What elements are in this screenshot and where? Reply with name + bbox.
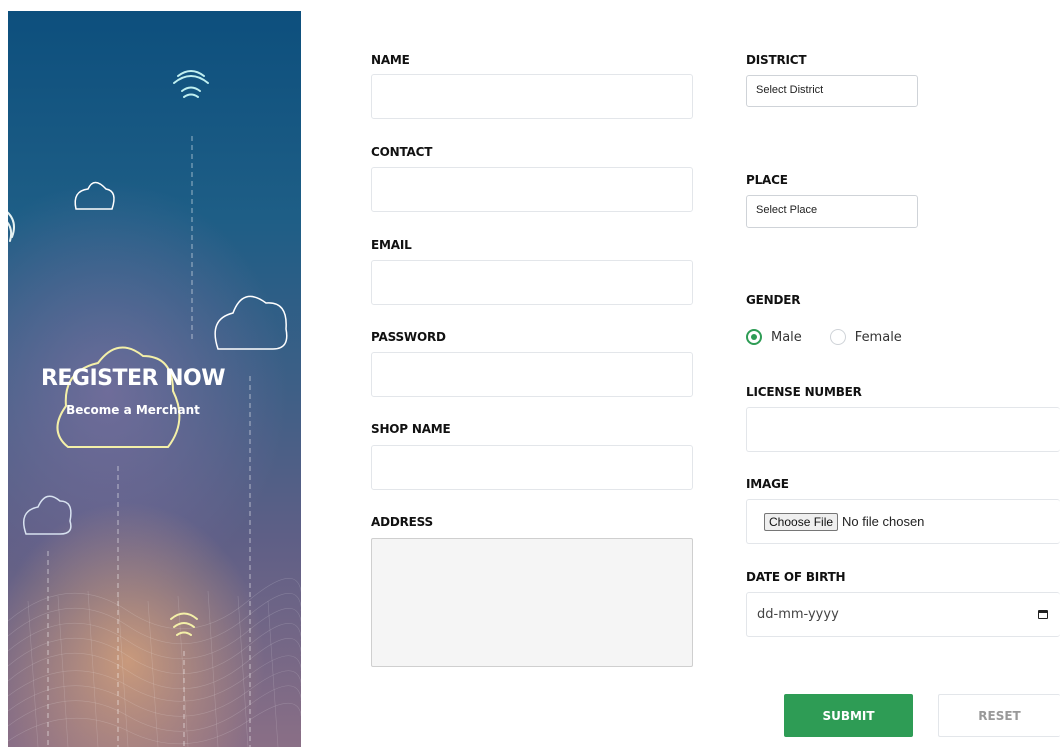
email-input[interactable] — [371, 260, 693, 305]
district-label: DISTRICT — [746, 53, 807, 67]
gender-male-radio[interactable] — [746, 329, 762, 345]
shop-name-label: SHOP NAME — [371, 422, 451, 436]
calendar-icon[interactable] — [1038, 610, 1048, 619]
password-label: PASSWORD — [371, 330, 446, 344]
date-of-birth-label: DATE OF BIRTH — [746, 570, 846, 584]
gender-female-label: Female — [854, 329, 902, 345]
cloud-icon-small — [23, 495, 72, 535]
email-label: EMAIL — [371, 238, 412, 252]
address-textarea[interactable] — [371, 538, 693, 667]
gender-label: GENDER — [746, 293, 801, 307]
gender-female-radio[interactable] — [829, 329, 846, 345]
cloud-icon — [74, 181, 115, 210]
place-label: PLACE — [746, 173, 788, 187]
date-of-birth-input[interactable]: dd-mm-yyyy — [746, 592, 1060, 637]
contact-label: CONTACT — [371, 145, 433, 159]
gender-male-label: Male — [771, 329, 802, 345]
image-label: IMAGE — [746, 477, 789, 491]
cloud-icon-highlight — [56, 346, 181, 448]
license-number-input[interactable] — [746, 407, 1060, 452]
reset-button[interactable]: RESET — [938, 694, 1060, 737]
password-input[interactable] — [371, 352, 693, 397]
name-input[interactable] — [371, 74, 693, 119]
license-number-label: LICENSE NUMBER — [746, 385, 862, 399]
wifi-icon-left — [8, 211, 15, 242]
dashed-lines — [47, 136, 251, 747]
district-select[interactable]: Select District — [746, 75, 918, 107]
gender-radio-group: Male Female — [746, 329, 902, 345]
file-status-text: No file chosen — [842, 514, 925, 529]
name-label: NAME — [371, 53, 410, 67]
submit-button[interactable]: SUBMIT — [784, 694, 913, 737]
wifi-icon — [173, 70, 209, 98]
shop-name-input[interactable] — [371, 445, 693, 490]
contact-input[interactable] — [371, 167, 693, 212]
hero-panel: REGISTER NOW Become a Merchant — [8, 11, 301, 747]
place-select[interactable]: Select Place — [746, 195, 918, 228]
date-placeholder: dd-mm-yyyy — [757, 607, 839, 622]
cloud-icon-large — [214, 295, 288, 350]
choose-file-button[interactable]: Choose File — [764, 512, 839, 531]
mesh-wave-pattern — [8, 577, 301, 747]
image-file-input[interactable]: Choose File No file chosen — [746, 499, 1060, 544]
hero-subtitle: Become a Merchant — [66, 403, 200, 417]
address-label: ADDRESS — [371, 515, 433, 529]
hero-title: REGISTER NOW — [40, 366, 226, 391]
wifi-icon-bottom — [170, 612, 198, 636]
